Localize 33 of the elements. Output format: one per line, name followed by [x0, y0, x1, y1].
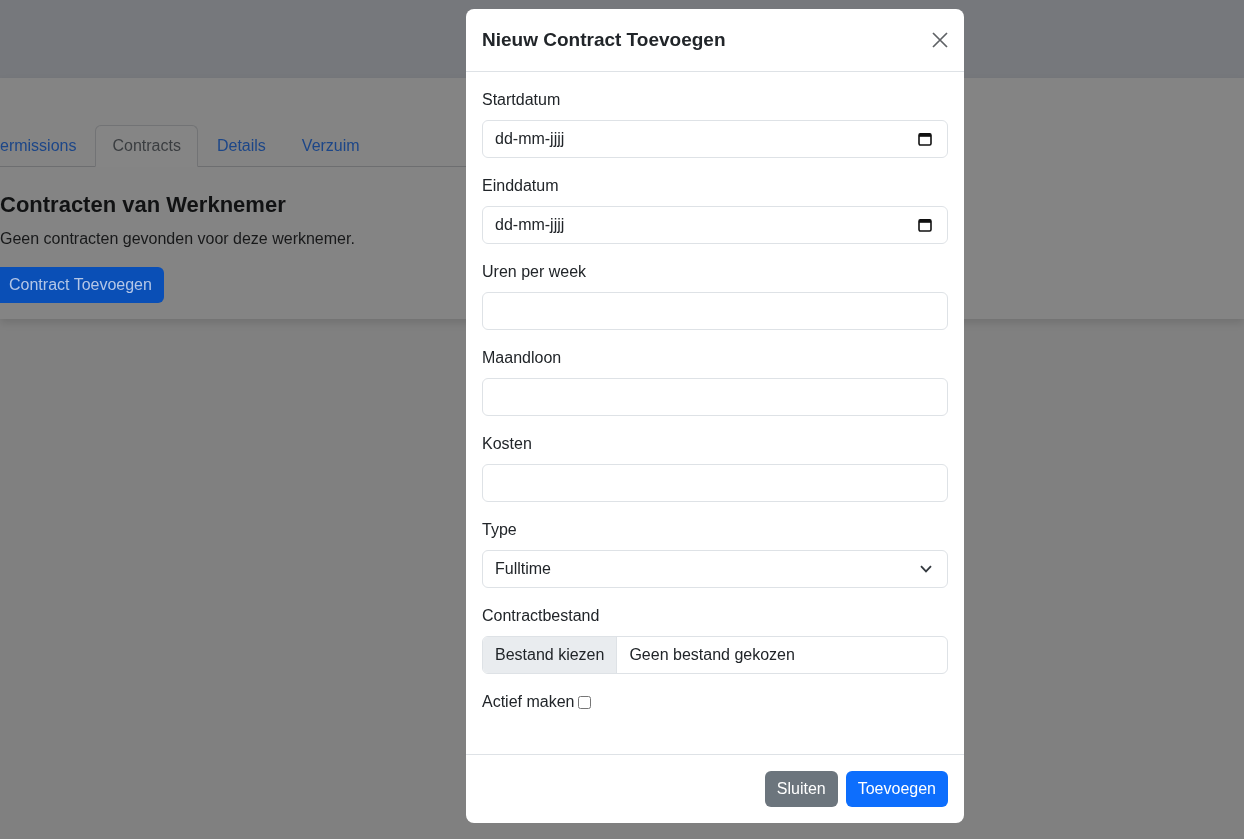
tab[interactable]: Verzuim — [284, 125, 377, 167]
checkbox[interactable] — [578, 695, 592, 709]
field-label: Startdatum — [482, 90, 562, 110]
field-label: Maandloon — [482, 348, 563, 368]
calendar-icon — [918, 218, 932, 232]
tab[interactable]: ermissions — [0, 125, 94, 167]
section-heading: Contracten van Werknemer — [0, 191, 287, 219]
add-button[interactable]: Toevoegen — [845, 771, 948, 807]
select-field[interactable]: Fulltime — [482, 550, 948, 588]
date-field[interactable]: dd-mm-jjjj — [482, 206, 948, 244]
checkbox-label: Actief maken — [482, 692, 575, 712]
field-label: Type — [482, 520, 518, 540]
calendar-icon — [918, 132, 932, 146]
file-field[interactable]: Bestand kiezen Geen bestand gekozen — [482, 636, 948, 674]
field-label: Kosten — [482, 434, 533, 454]
chevron-down-icon — [920, 565, 932, 573]
field-label: Einddatum — [482, 176, 560, 196]
date-field[interactable]: dd-mm-jjjj — [482, 120, 948, 158]
close-icon — [932, 32, 948, 48]
empty-message: Geen contracten gevonden voor deze werknemer. — [0, 229, 356, 249]
close-dialog-button[interactable]: Sluiten — [764, 771, 838, 807]
text-field[interactable] — [482, 464, 948, 502]
field-label: Uren per week — [482, 262, 588, 282]
add-contract-button[interactable]: Contract Toevoegen — [0, 267, 164, 303]
close-button[interactable] — [932, 32, 948, 48]
field-label: Contractbestand — [482, 606, 601, 626]
choose-file-button[interactable]: Bestand kiezen — [483, 637, 618, 673]
text-field[interactable] — [482, 292, 948, 330]
tab[interactable]: Details — [199, 125, 283, 167]
tab[interactable]: Contracts — [95, 125, 198, 167]
file-status-text: Geen bestand gekozen — [628, 645, 796, 665]
text-field[interactable] — [482, 378, 948, 416]
modal-title: Nieuw Contract Toevoegen — [482, 28, 726, 52]
